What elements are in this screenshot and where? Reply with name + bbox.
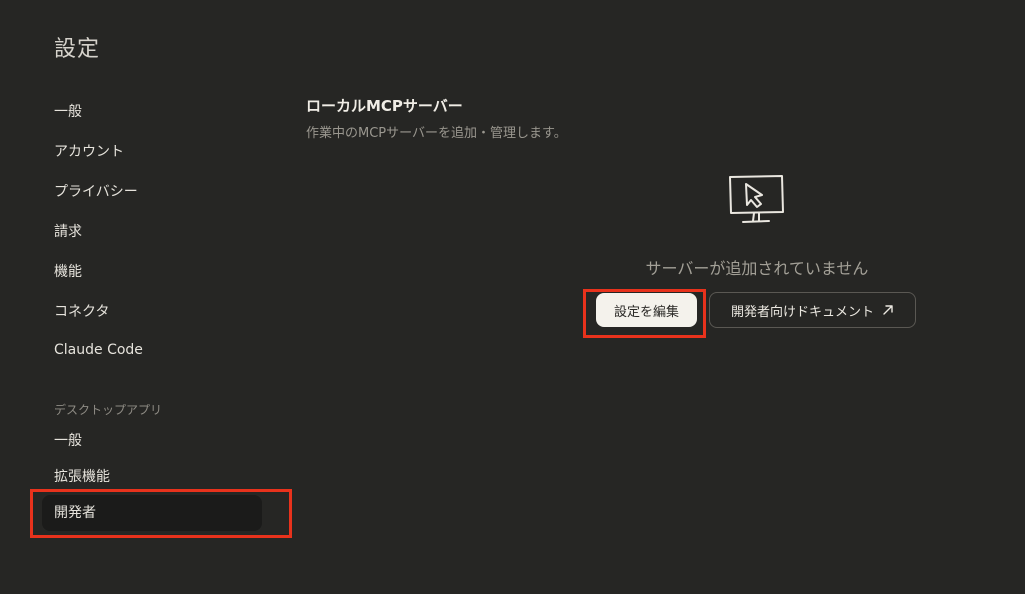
settings-sidebar: 一般 アカウント プライバシー 請求 機能 コネクタ Claude Code デ… bbox=[0, 0, 300, 594]
sidebar-item-extensions[interactable]: 拡張機能 bbox=[54, 466, 110, 486]
desktop-app-section-label: デスクトップアプリ bbox=[54, 403, 163, 417]
sidebar-item-desktop-general[interactable]: 一般 bbox=[54, 430, 82, 450]
arrow-up-right-icon bbox=[883, 305, 893, 315]
sidebar-item-developer[interactable]: 開発者 bbox=[54, 502, 96, 522]
sidebar-item-account[interactable]: アカウント bbox=[54, 141, 124, 161]
developer-docs-button[interactable]: 開発者向けドキュメント bbox=[709, 292, 916, 328]
monitor-cursor-icon bbox=[729, 175, 784, 223]
edit-config-button[interactable]: 設定を編集 bbox=[596, 293, 697, 327]
empty-state-text: サーバーが追加されていません bbox=[645, 259, 869, 278]
sidebar-item-features[interactable]: 機能 bbox=[54, 261, 82, 281]
section-description: 作業中のMCPサーバーを追加・管理します。 bbox=[306, 126, 567, 141]
developer-docs-label: 開発者向けドキュメント bbox=[730, 304, 874, 320]
sidebar-item-billing[interactable]: 請求 bbox=[54, 221, 82, 241]
settings-page: 設定 一般 アカウント プライバシー 請求 機能 コネクタ Claude Cod… bbox=[0, 0, 1025, 594]
sidebar-item-connectors[interactable]: コネクタ bbox=[54, 301, 109, 321]
section-title: ローカルMCPサーバー bbox=[306, 97, 463, 115]
sidebar-item-claude-code[interactable]: Claude Code bbox=[54, 342, 143, 358]
sidebar-item-general[interactable]: 一般 bbox=[54, 101, 82, 121]
sidebar-item-privacy[interactable]: プライバシー bbox=[54, 181, 138, 201]
